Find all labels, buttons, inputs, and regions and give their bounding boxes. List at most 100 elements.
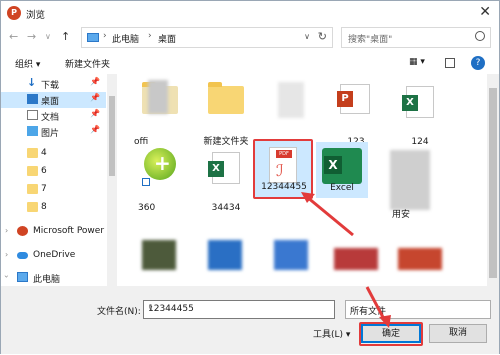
sidebar-item-documents[interactable]: 文档 📌 — [1, 108, 106, 124]
file-item[interactable]: P 123 — [326, 76, 386, 152]
sidebar-item-label: 8 — [41, 202, 47, 212]
chevron-down-icon[interactable]: ∨ — [148, 304, 330, 312]
preview-pane-icon[interactable] — [445, 58, 455, 68]
sidebar-item-label: 4 — [41, 148, 47, 158]
file-type-value: 所有文件 — [350, 307, 387, 317]
folder-icon — [27, 202, 38, 212]
computer-icon — [17, 272, 28, 282]
open-file-dialog: P 浏览 ✕ ← → ∨ ↑ › 此电脑 › 桌面 ∨ ↻ 搜索"桌面" 组织 … — [0, 0, 500, 354]
excel-file-icon: X — [402, 86, 434, 118]
breadcrumb-this-pc[interactable]: 此电脑 — [112, 32, 139, 45]
window-title: 浏览 — [26, 10, 46, 21]
sidebar-item-pictures[interactable]: 图片 📌 — [1, 124, 106, 140]
address-row: ← → ∨ ↑ › 此电脑 › 桌面 ∨ ↻ 搜索"桌面" — [1, 25, 499, 52]
file-item[interactable] — [130, 234, 190, 284]
cloud-icon — [17, 252, 28, 259]
chevron-right-icon[interactable]: › — [5, 250, 8, 259]
file-item[interactable]: offi — [130, 76, 190, 152]
blurred-thumbnail — [390, 150, 430, 210]
powerpoint-icon — [17, 226, 28, 236]
sidebar-item-downloads[interactable]: ↓ 下载 📌 — [1, 76, 106, 92]
help-icon[interactable]: ? — [471, 56, 485, 70]
sidebar-item-folder-6[interactable]: 6 — [1, 164, 106, 180]
file-item[interactable] — [326, 234, 386, 284]
blurred-thumbnail — [208, 240, 242, 270]
file-item[interactable]: X 34434 — [196, 142, 256, 218]
sidebar-item-label: 此电脑 — [33, 275, 61, 285]
sidebar-item-folder-8[interactable]: 8 — [1, 200, 106, 216]
back-arrow-icon[interactable]: ← — [9, 30, 18, 43]
refresh-icon[interactable]: ↻ — [318, 30, 327, 43]
excel-app-icon: X — [322, 148, 362, 184]
pin-icon: 📌 — [90, 93, 100, 102]
sidebar-scrollbar-thumb[interactable] — [109, 96, 115, 176]
computer-icon — [87, 33, 99, 42]
sidebar-item-label: 桌面 — [41, 97, 60, 107]
shortcut-arrow-icon — [142, 178, 150, 186]
cancel-button[interactable]: 取消 — [429, 324, 487, 343]
powerpoint-app-icon: P — [7, 6, 21, 20]
chevron-down-icon[interactable]: › — [2, 275, 11, 278]
folder-icon — [27, 148, 38, 158]
sidebar-item-label: 文档 — [41, 113, 60, 123]
forward-arrow-icon[interactable]: → — [27, 30, 36, 43]
file-item[interactable]: 新建文件夹 — [196, 76, 256, 152]
filename-label: 文件名(N): — [97, 307, 141, 317]
file-list-scrollbar-thumb[interactable] — [489, 88, 497, 278]
sidebar-item-label: 7 — [41, 184, 47, 194]
file-item[interactable]: 用安 — [380, 142, 440, 220]
sidebar-item-desktop[interactable]: 桌面 📌 — [1, 92, 106, 108]
folder-icon — [27, 184, 38, 194]
pin-icon: 📌 — [90, 125, 100, 134]
file-item[interactable] — [196, 234, 256, 284]
file-item[interactable]: + 360 — [130, 142, 190, 218]
blurred-thumbnail — [142, 240, 176, 270]
address-bar[interactable]: › 此电脑 › 桌面 ∨ ↻ — [81, 27, 333, 48]
file-name: 360 — [138, 203, 156, 213]
document-icon — [27, 110, 38, 120]
close-icon[interactable]: ✕ — [479, 4, 491, 20]
sidebar-item-folder-4[interactable]: 4 — [1, 146, 106, 162]
folder-icon — [27, 166, 38, 176]
desktop-icon — [27, 94, 38, 104]
file-list-scrollbar[interactable] — [487, 74, 499, 286]
sidebar-item-label: 下载 — [41, 81, 60, 91]
blurred-thumbnail — [398, 248, 442, 270]
blurred-thumbnail — [334, 248, 378, 270]
chevron-down-icon[interactable]: ∨ — [304, 32, 310, 41]
filename-input[interactable]: 12344455 ∨ — [143, 300, 335, 319]
highlight-box-selected-file — [253, 139, 313, 199]
file-name: 用安 — [392, 210, 411, 220]
blurred-thumbnail — [274, 240, 308, 270]
folder-icon — [208, 82, 244, 114]
breadcrumb-separator: › — [148, 31, 152, 41]
sidebar-item-onedrive[interactable]: › OneDrive — [1, 248, 106, 264]
sidebar-item-label: Microsoft Power — [33, 226, 105, 236]
search-placeholder: 搜索"桌面" — [348, 35, 393, 45]
recent-locations-chevron-icon[interactable]: ∨ — [45, 32, 51, 41]
file-name: 34434 — [211, 203, 241, 213]
view-options-button[interactable]: ▦ ▾ — [409, 57, 425, 67]
up-arrow-icon[interactable]: ↑ — [61, 30, 70, 43]
breadcrumb-desktop[interactable]: 桌面 — [158, 32, 176, 45]
navigation-pane: ↓ 下载 📌 桌面 📌 文档 📌 图片 📌 4 6 7 8 › Microsof… — [1, 74, 118, 286]
search-input[interactable]: 搜索"桌面" — [341, 27, 491, 48]
dialog-footer: 文件名(N): 12344455 ∨ 所有文件 工具(L) ▾ 确定 取消 — [1, 286, 499, 354]
file-item[interactable] — [390, 234, 450, 284]
chevron-right-icon[interactable]: › — [5, 226, 8, 235]
pictures-icon — [27, 126, 38, 136]
file-item[interactable] — [262, 234, 322, 284]
sidebar-item-folder-7[interactable]: 7 — [1, 182, 106, 198]
tools-menu-button[interactable]: 工具(L) ▾ — [313, 327, 350, 340]
sidebar-item-label: 6 — [41, 166, 47, 176]
file-item[interactable]: X 124 — [390, 76, 450, 152]
file-type-select[interactable]: 所有文件 — [345, 300, 491, 319]
sidebar-item-microsoft-power[interactable]: › Microsoft Power — [1, 224, 106, 240]
sidebar-item-label: OneDrive — [33, 250, 76, 260]
download-arrow-icon: ↓ — [27, 76, 37, 89]
organize-button[interactable]: 组织 ▾ — [15, 57, 40, 70]
file-item[interactable]: X Excel — [316, 142, 368, 198]
sidebar-item-this-pc[interactable]: › 此电脑 — [1, 270, 106, 286]
search-icon — [475, 31, 485, 41]
new-folder-button[interactable]: 新建文件夹 — [65, 57, 110, 70]
